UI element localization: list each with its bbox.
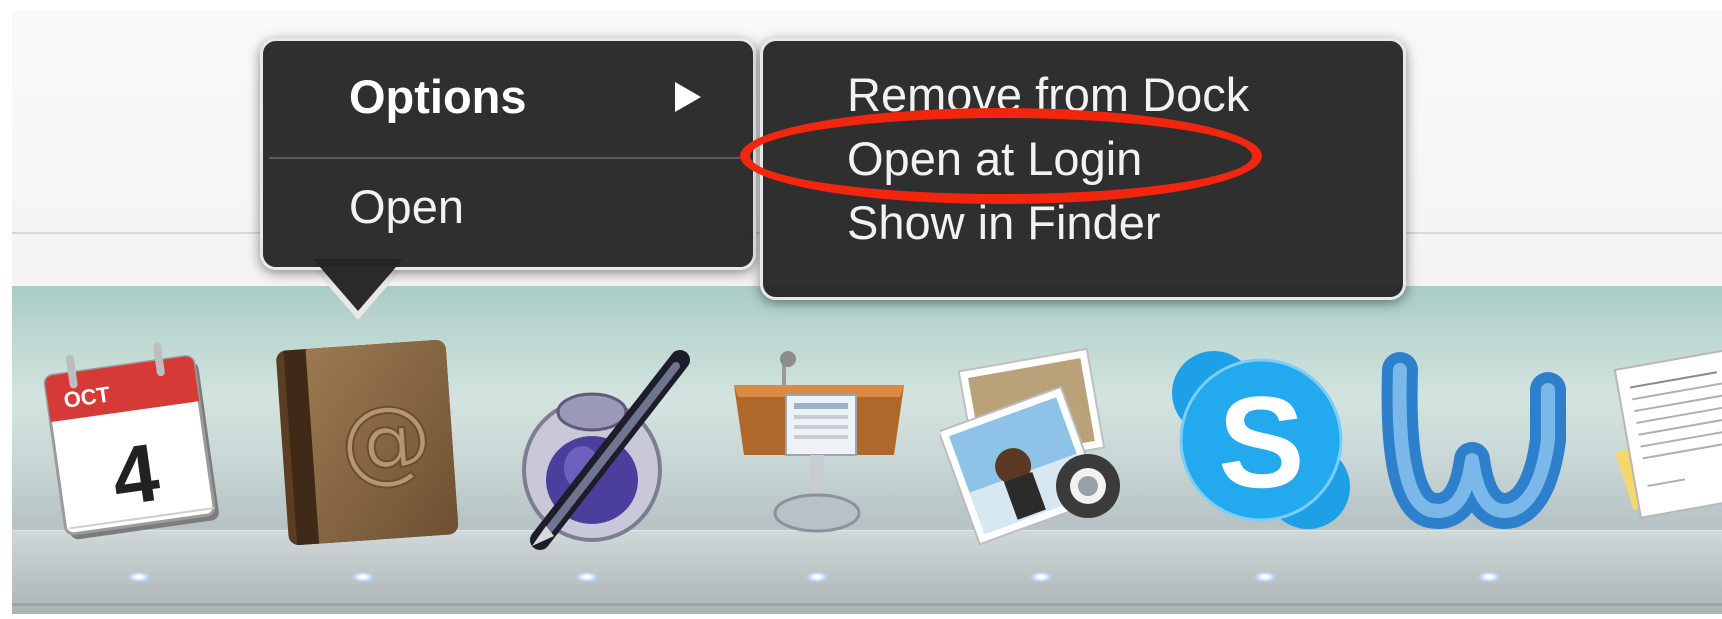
dock-context-menu: Options Open [260, 38, 756, 270]
skype-icon[interactable]: S [1166, 345, 1356, 535]
running-indicator [1030, 572, 1052, 582]
running-indicator [576, 572, 598, 582]
textedit-icon[interactable] [1608, 350, 1722, 540]
running-indicator [128, 572, 150, 582]
show-in-finder-label: Show in Finder [847, 196, 1161, 249]
menu-item-options-label: Options [349, 70, 527, 123]
submenu-arrow-icon [675, 82, 701, 112]
iphoto-icon[interactable] [940, 340, 1140, 550]
address-book-icon[interactable]: @ [272, 335, 462, 550]
keynote-icon[interactable] [724, 335, 914, 550]
menu-item-open-label: Open [349, 180, 464, 233]
running-indicator [1254, 572, 1276, 582]
menu-separator [269, 157, 747, 159]
options-submenu: Remove from Dock Open at Login Show in F… [760, 38, 1406, 300]
script-editor-icon[interactable] [510, 340, 700, 550]
svg-text:S: S [1218, 369, 1305, 515]
remove-from-dock-label: Remove from Dock [847, 68, 1250, 121]
open-at-login-label: Open at Login [847, 132, 1143, 185]
running-indicator [1478, 572, 1500, 582]
running-indicator [806, 572, 828, 582]
menu-pointer-fill [313, 259, 403, 311]
svg-text:@: @ [336, 384, 435, 497]
dock-edge [12, 603, 1722, 606]
word-icon[interactable] [1380, 350, 1580, 530]
running-indicator [352, 572, 374, 582]
calendar-icon[interactable]: OCT 4 [38, 340, 238, 550]
